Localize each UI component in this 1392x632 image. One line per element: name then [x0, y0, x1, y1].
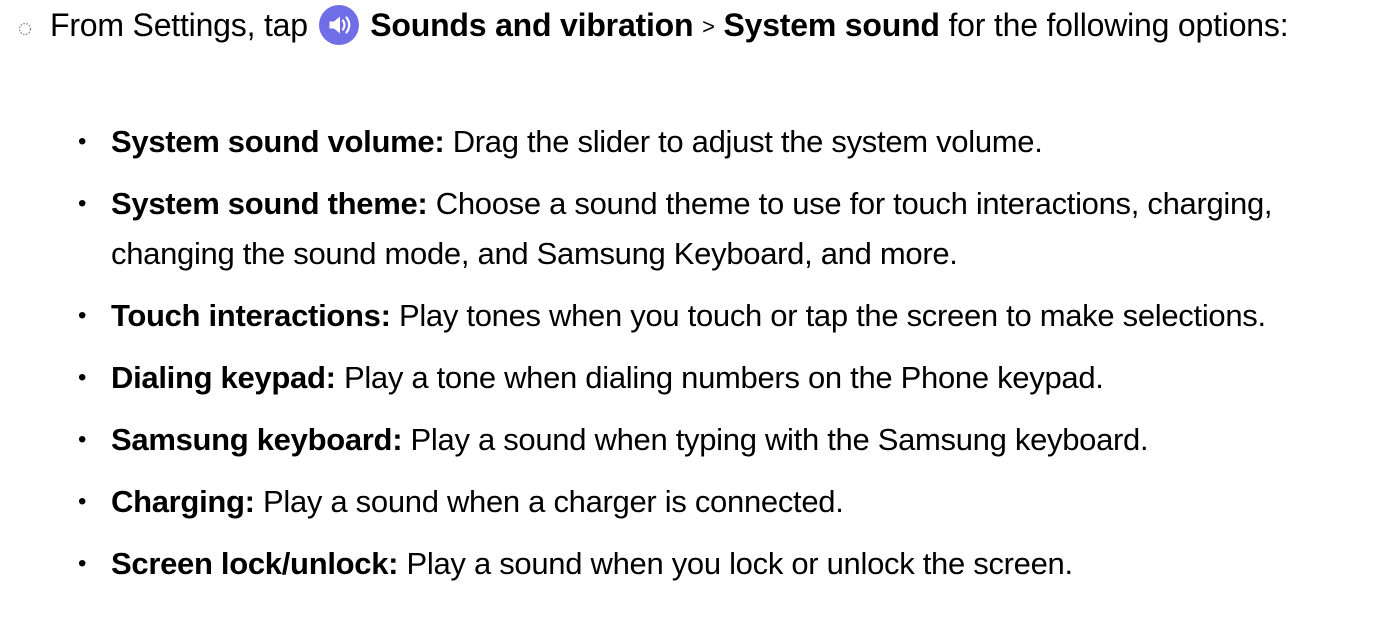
option-label: Touch interactions [111, 298, 381, 333]
option-colon: : [392, 422, 403, 457]
option-colon: : [434, 124, 445, 159]
options-list: • System sound volume: Drag the slider t… [78, 117, 1378, 601]
option-colon: : [388, 546, 399, 581]
speaker-icon [318, 5, 359, 45]
option-description: Play a tone when dialing numbers on the … [343, 360, 1104, 395]
option-colon: : [244, 484, 255, 519]
option-description: Play tones when you touch or tap the scr… [398, 298, 1266, 333]
option-colon: : [380, 298, 391, 333]
option-description: Play a sound when typing with the Samsun… [410, 422, 1149, 457]
option-label: System sound theme [111, 186, 418, 221]
option-samsung-keyboard: • Samsung keyboard: Play a sound when ty… [78, 415, 1378, 465]
bullet: • [78, 426, 87, 453]
option-colon: : [325, 360, 336, 395]
bullet: • [78, 190, 87, 217]
option-label: Samsung keyboard [111, 422, 393, 457]
option-system-sound-volume: • System sound volume: Drag the slider t… [78, 117, 1378, 167]
step-text: From Settings, tap Sounds and vibration … [50, 0, 1370, 52]
option-dialing-keypad: • Dialing keypad: Play a tone when diali… [78, 353, 1378, 403]
option-system-sound-theme: • System sound theme: Choose a sound the… [78, 179, 1378, 279]
step-outro: for the following options: [948, 7, 1289, 43]
option-label: Screen lock/unlock [111, 546, 389, 581]
menu-path-sounds-and-vibration: Sounds and vibration [370, 7, 694, 43]
option-label: Charging [111, 484, 245, 519]
step-intro: From Settings, tap [50, 7, 308, 43]
option-colon: : [417, 186, 428, 221]
bullet: • [78, 128, 87, 155]
path-separator: > [702, 14, 715, 39]
bullet: • [78, 488, 87, 515]
menu-path-system-sound: System sound [723, 7, 940, 43]
bullet: • [78, 550, 87, 577]
bullet: • [78, 364, 87, 391]
option-label: Dialing keypad [111, 360, 326, 395]
option-description: Play a sound when a charger is connected… [263, 484, 844, 519]
option-screen-lock-unlock: • Screen lock/unlock: Play a sound when … [78, 539, 1378, 589]
option-charging: • Charging: Play a sound when a charger … [78, 477, 1378, 527]
option-touch-interactions: • Touch interactions: Play tones when yo… [78, 291, 1378, 341]
option-description: Drag the slider to adjust the system vol… [452, 124, 1043, 159]
option-label: System sound volume [111, 124, 435, 159]
option-description: Play a sound when you lock or unlock the… [406, 546, 1074, 581]
bullet: • [78, 302, 87, 329]
dotted-circle-icon [18, 22, 32, 36]
